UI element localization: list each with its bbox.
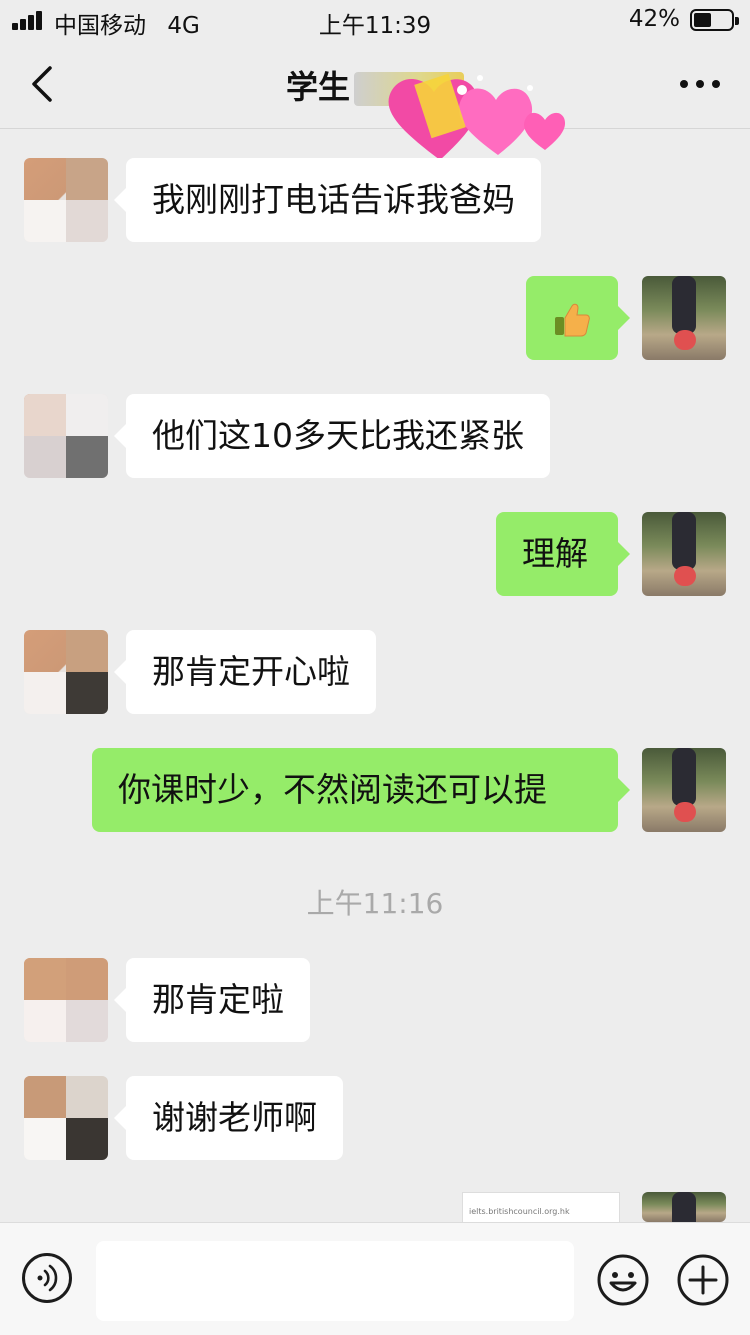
shared-image-message[interactable]: ielts.britishcouncil.org.hk — [462, 1192, 620, 1224]
my-avatar[interactable] — [642, 1192, 726, 1222]
incoming-message-bubble[interactable]: 他们这10多天比我还紧张 — [114, 394, 550, 478]
outgoing-message-bubble[interactable]: 你课时少，不然阅读还可以提 — [92, 748, 630, 832]
hearts-sticker-icon — [388, 73, 566, 160]
voice-input-icon[interactable] — [22, 1253, 72, 1303]
my-avatar[interactable] — [642, 276, 726, 360]
outgoing-message-bubble[interactable] — [526, 276, 630, 360]
shared-image-url: ielts.britishcouncil.org.hk — [469, 1207, 570, 1216]
contact-avatar[interactable] — [24, 958, 108, 1042]
voice-waves-icon — [37, 1264, 58, 1292]
chat-input-bar — [0, 1222, 750, 1335]
my-avatar[interactable] — [642, 512, 726, 596]
emoji-icon[interactable] — [596, 1253, 650, 1307]
battery-icon — [690, 9, 739, 31]
my-avatar[interactable] — [642, 748, 726, 832]
incoming-message-bubble[interactable]: 谢谢老师啊 — [114, 1076, 343, 1160]
contact-avatar[interactable] — [24, 394, 108, 478]
thumbs-up-icon — [555, 303, 590, 337]
more-options-icon[interactable] — [680, 76, 720, 90]
contact-avatar[interactable] — [24, 158, 108, 242]
incoming-message-bubble[interactable]: 那肯定开心啦 — [114, 630, 376, 714]
incoming-message-bubble[interactable]: 我刚刚打电话告诉我爸妈 — [114, 158, 541, 242]
message-text-input[interactable] — [96, 1241, 574, 1321]
chat-header: 学生 — [0, 40, 750, 129]
contact-avatar[interactable] — [24, 630, 108, 714]
status-bar: 中国移动 4G 上午11:39 42% — [0, 0, 750, 40]
contact-avatar[interactable] — [24, 1076, 108, 1160]
message-timestamp: 上午11:16 — [306, 887, 444, 920]
chat-title-text: 学生 — [285, 68, 350, 106]
chat-title: 学生 — [0, 62, 750, 108]
outgoing-message-bubble[interactable]: 理解 — [496, 512, 630, 596]
more-functions-plus-icon[interactable] — [676, 1253, 730, 1307]
incoming-message-bubble[interactable]: 那肯定啦 — [114, 958, 310, 1042]
battery-percent: 42% — [628, 6, 680, 32]
